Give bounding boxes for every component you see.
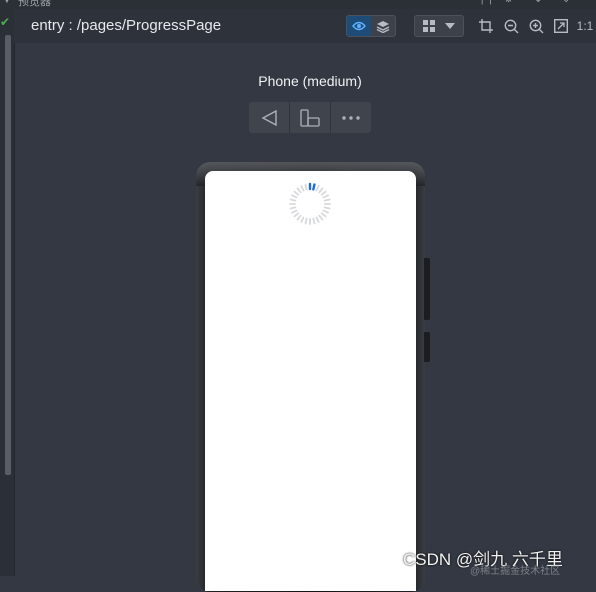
fit-screen-button[interactable] <box>551 15 571 37</box>
panel-title: 预览器 <box>18 0 51 8</box>
fit-screen-icon <box>554 19 568 33</box>
previewer-toolbar: entry : /pages/ProgressPage 1:1 <box>14 9 596 43</box>
spinner-tick <box>304 183 308 191</box>
grid-icon <box>423 20 435 32</box>
inspector-toggle-button[interactable] <box>347 16 371 36</box>
spinner-tick <box>312 183 316 191</box>
spinner-tick <box>300 185 305 192</box>
zoom-out-icon <box>504 19 518 33</box>
spinner-tick <box>296 214 302 221</box>
spinner-tick <box>315 185 320 192</box>
back-triangle-icon <box>261 109 277 126</box>
spinner-tick <box>293 212 300 218</box>
more-options-button[interactable] <box>331 102 371 133</box>
spinner-tick <box>322 194 329 199</box>
back-button[interactable] <box>249 102 290 133</box>
device-controls <box>249 102 371 133</box>
watermark-subtext: @稀土掘金技术社区 <box>470 566 561 577</box>
eye-icon <box>352 21 366 31</box>
rotate-button[interactable] <box>290 102 331 133</box>
page-breadcrumb: entry : /pages/ProgressPage <box>31 17 222 34</box>
view-mode-dropdown[interactable] <box>414 15 464 37</box>
spinner-tick <box>318 214 324 221</box>
spinner-tick <box>296 187 302 194</box>
inspector-toggle-group <box>346 15 396 37</box>
spinner-tick <box>300 216 305 223</box>
spinner-tick <box>315 216 320 223</box>
zoom-in-button[interactable] <box>526 15 546 37</box>
settings-icon[interactable]: ⚙ <box>504 0 513 5</box>
layers-button[interactable] <box>371 16 395 36</box>
spinner-tick <box>312 217 316 225</box>
spinner-tick <box>289 198 297 202</box>
spinner-tick <box>323 198 331 202</box>
spinner-tick <box>304 217 308 225</box>
power-button <box>424 332 430 362</box>
panel-options-icon[interactable]: ❘❘ <box>478 0 495 5</box>
volume-button <box>424 258 430 320</box>
crop-button[interactable] <box>476 15 496 37</box>
minimize-icon[interactable]: ⌄ <box>562 0 570 5</box>
layers-icon <box>376 20 390 33</box>
left-gutter: ✔ <box>0 9 15 576</box>
spinner-tick <box>289 206 297 210</box>
spinner-tick <box>322 209 329 214</box>
check-icon: ✔ <box>0 15 11 29</box>
spinner-tick <box>293 190 300 196</box>
spinner-tick <box>291 194 298 199</box>
spinner-tick <box>291 209 298 214</box>
zoom-in-icon <box>529 19 543 33</box>
panel-header: ▼ 预览器 ❘❘ ⚙ ⇣ ⌄ <box>0 0 596 9</box>
device-screen <box>205 171 416 591</box>
rotate-device-icon <box>300 108 320 127</box>
more-dots-icon <box>342 115 360 120</box>
zoom-out-button[interactable] <box>501 15 521 37</box>
loading-progress-ring <box>289 182 331 225</box>
crop-icon <box>479 19 493 33</box>
actual-size-button[interactable]: 1:1 <box>574 15 596 37</box>
pin-icon[interactable]: ⇣ <box>534 0 542 5</box>
spinner-tick <box>320 212 327 218</box>
device-name: Phone (medium) <box>258 73 362 89</box>
spinner-tick <box>318 187 324 194</box>
chevron-down-icon <box>445 23 455 29</box>
spinner-tick <box>323 206 331 210</box>
vertical-scrollbar[interactable] <box>5 35 11 475</box>
chevron-down-icon[interactable]: ▼ <box>2 0 12 6</box>
spinner-tick <box>320 190 327 196</box>
